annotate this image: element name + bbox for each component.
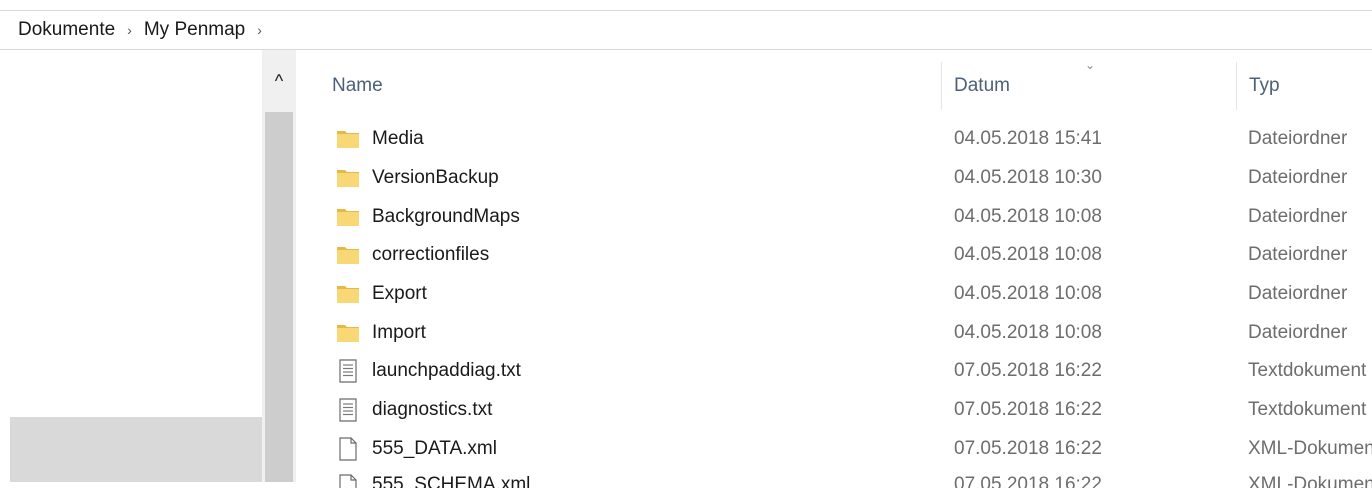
sort-chevron-icon: ⌄ <box>1085 58 1096 72</box>
file-row[interactable]: Import 04.05.2018 10:08 Dateiordner <box>296 313 1372 352</box>
column-divider[interactable] <box>941 62 942 110</box>
file-type: Dateiordner <box>1248 283 1348 305</box>
file-name[interactable]: 555_DATA.xml <box>372 438 497 460</box>
column-header-date[interactable]: Datum <box>954 62 1010 110</box>
file-row[interactable]: BackgroundMaps 04.05.2018 10:08 Dateiordne… <box>296 197 1372 236</box>
file-name[interactable]: correctionfiles <box>372 244 489 266</box>
file-row[interactable]: launchpaddiag.txt 07.05.2018 16:22 Textdok… <box>296 352 1372 391</box>
file-name[interactable]: VersionBackup <box>372 167 499 189</box>
file-type: Dateiordner <box>1248 167 1348 189</box>
address-bar: Dokumente › My Penmap › <box>0 10 1372 50</box>
file-date: 04.05.2018 10:08 <box>954 321 1102 343</box>
file-date: 04.05.2018 10:30 <box>954 167 1102 189</box>
file-date: 04.05.2018 10:08 <box>954 283 1102 305</box>
breadcrumb-item-my-penmap[interactable]: My Penmap <box>138 11 251 49</box>
breadcrumb-item-dokumente[interactable]: Dokumente <box>0 11 121 49</box>
file-type: Dateiordner <box>1248 244 1348 266</box>
file-date: 07.05.2018 16:22 <box>954 399 1102 421</box>
file-date: 04.05.2018 10:08 <box>954 244 1102 266</box>
scroll-up-arrow-icon[interactable]: ^ <box>262 68 296 94</box>
text-file-icon <box>336 398 360 422</box>
file-row[interactable]: correctionfiles 04.05.2018 10:08 Dateiordn… <box>296 236 1372 275</box>
file-name[interactable]: launchpaddiag.txt <box>372 360 521 382</box>
column-header-name[interactable]: Name <box>332 62 383 110</box>
file-list: Media 04.05.2018 15:41 Dateiordner VersionB… <box>296 120 1372 488</box>
folder-icon <box>336 166 360 190</box>
folder-icon <box>336 321 360 345</box>
xml-file-icon <box>336 474 360 488</box>
file-type: Dateiordner <box>1248 205 1348 227</box>
column-divider[interactable] <box>1236 62 1237 110</box>
file-row[interactable]: Media 04.05.2018 15:41 Dateiordner <box>296 120 1372 159</box>
folder-icon <box>336 127 360 151</box>
file-type: Dateiordner <box>1248 128 1348 150</box>
text-file-icon <box>336 359 360 384</box>
file-row[interactable]: diagnostics.txt 07.05.2018 16:22 Textdokum… <box>296 391 1372 430</box>
file-type: XML-Dokument <box>1248 437 1372 459</box>
scroll-thumb[interactable] <box>265 112 293 482</box>
file-date: 07.05.2018 16:22 <box>954 437 1102 459</box>
file-date: 04.05.2018 10:08 <box>954 205 1102 227</box>
file-type: XML-Dokument <box>1248 474 1372 488</box>
file-name[interactable]: Media <box>372 128 424 150</box>
nav-scrollbar[interactable]: ^ <box>262 50 296 482</box>
xml-file-icon <box>336 437 360 461</box>
folder-icon <box>336 205 360 229</box>
chevron-right-icon[interactable]: › <box>121 11 138 49</box>
file-type: Textdokument <box>1248 399 1367 421</box>
file-name[interactable]: Import <box>372 322 426 344</box>
file-date: 04.05.2018 15:41 <box>954 128 1102 150</box>
file-row[interactable]: VersionBackup 04.05.2018 10:30 Dateiordner <box>296 159 1372 198</box>
file-type: Textdokument <box>1248 360 1367 382</box>
file-row[interactable]: 555_DATA.xml 07.05.2018 16:22 XML-Dokument <box>296 430 1372 469</box>
file-date: 07.05.2018 16:22 <box>954 360 1102 382</box>
file-date: 07.05.2018 16:22 <box>954 474 1102 488</box>
file-row[interactable]: Export 04.05.2018 10:08 Dateiordner <box>296 275 1372 314</box>
folder-icon <box>336 282 360 306</box>
file-type: Dateiordner <box>1248 321 1348 343</box>
folder-icon <box>336 243 360 267</box>
nav-selected-item[interactable] <box>10 417 262 482</box>
column-header-type[interactable]: Typ <box>1249 62 1280 110</box>
file-row[interactable]: 555_SCHEMA.xml 07.05.2018 16:22 XML-Dokume… <box>296 468 1372 488</box>
file-name[interactable]: BackgroundMaps <box>372 206 520 228</box>
chevron-right-icon[interactable]: › <box>251 11 268 49</box>
file-name[interactable]: 555_SCHEMA.xml <box>372 474 530 488</box>
file-name[interactable]: Export <box>372 283 427 305</box>
file-name[interactable]: diagnostics.txt <box>372 399 492 421</box>
